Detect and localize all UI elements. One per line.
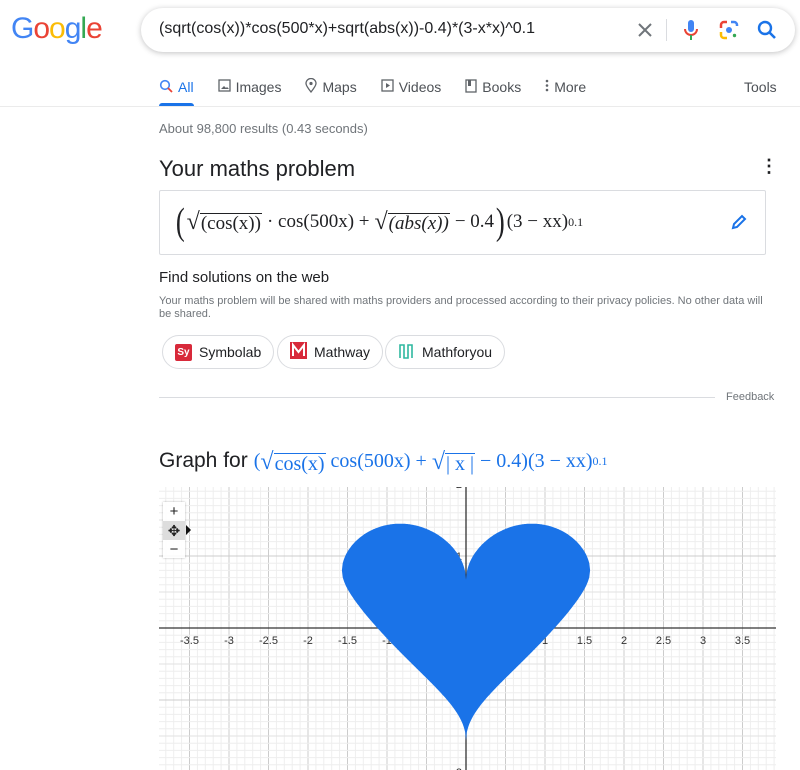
x-tick-label: -2.5 (259, 635, 278, 647)
sqrt-arg: cos(x) (273, 452, 326, 475)
tab-label: Images (235, 79, 282, 95)
google-logo[interactable]: Google (11, 12, 103, 46)
tools-button[interactable]: Tools (744, 79, 777, 95)
chip-label: Symbolab (199, 344, 262, 360)
math-term: cos(500x) + (330, 450, 427, 472)
divider (0, 106, 800, 107)
chip-label: Mathway (314, 344, 371, 360)
tab-images[interactable]: Images (217, 78, 282, 96)
divider (159, 397, 715, 398)
tab-label: Videos (398, 79, 442, 95)
x-tick-label: -3.5 (180, 635, 199, 647)
symbolab-logo: Sy (175, 343, 192, 361)
tab-more[interactable]: More (545, 78, 586, 96)
sqrt-arg: (abs(x)) (387, 213, 450, 234)
graph-formula: ( √ cos(x) cos(500x) + √ | x | − 0.4)(3 − … (254, 450, 608, 474)
math-term: · cos(500x) + (266, 211, 370, 232)
x-tick-label: 3.5 (735, 635, 750, 647)
tab-label: More (554, 79, 587, 95)
tab-maps[interactable]: Maps (305, 77, 357, 96)
search-box (141, 8, 795, 52)
sqrt: √ (cos(x)) (186, 209, 262, 235)
x-tick-label: -3 (224, 635, 234, 647)
microphone-icon[interactable] (679, 18, 703, 42)
sqrt-arg: | x | (444, 452, 475, 475)
math-term: (3 − xx) (506, 211, 569, 232)
image-icon (217, 79, 231, 95)
math-term: − 0.4 (454, 211, 495, 232)
mathway-chip[interactable]: Mathway (277, 335, 384, 369)
play-icon (381, 79, 394, 95)
x-tick-label: 3 (700, 635, 706, 647)
function-graph[interactable]: -3.5-3-2.5-2-1.5-1-0.50.511.522.533.521-… (159, 487, 776, 770)
edit-pencil-icon[interactable] (730, 213, 748, 236)
paren: ( (253, 450, 261, 472)
search-tabs: All Images Maps Videos Books More (159, 77, 610, 108)
math-term: − 0.4)(3 − xx) (480, 450, 593, 472)
exponent: 0.1 (592, 454, 608, 468)
x-tick-label: 2.5 (656, 635, 671, 647)
math-expression: ( √ (cos(x)) · cos(500x) + √ (abs(x)) − 0.… (174, 203, 583, 241)
more-options-icon[interactable]: ⋮ (760, 156, 778, 177)
tab-label: All (178, 79, 194, 95)
graph-title: Graph for ( √ cos(x) cos(500x) + √ | x | −… (159, 449, 608, 474)
math-expression-box[interactable]: ( √ (cos(x)) · cos(500x) + √ (abs(x)) − 0.… (159, 190, 766, 255)
x-tick-label: 2 (621, 635, 627, 647)
graph-title-prefix: Graph for (159, 449, 248, 472)
find-solutions-title: Find solutions on the web (159, 269, 330, 286)
mathway-logo (290, 342, 307, 362)
lens-icon[interactable] (717, 18, 741, 42)
map-pin-icon (305, 77, 318, 96)
tab-label: Books (482, 79, 522, 95)
sqrt: √ (abs(x)) (374, 209, 450, 235)
sqrt: √ cos(x) (260, 448, 326, 475)
divider (666, 19, 667, 41)
paren: ) (495, 201, 505, 243)
tab-all[interactable]: All (159, 78, 194, 96)
zoom-out-button[interactable]: − (163, 540, 185, 559)
pan-icon[interactable]: ✥ (163, 521, 185, 540)
sqrt: √ | x | (431, 448, 475, 475)
tab-label: Maps (322, 79, 357, 95)
more-vertical-icon (545, 79, 549, 95)
feedback-link[interactable]: Feedback (726, 391, 774, 403)
close-icon[interactable] (633, 18, 657, 42)
tab-books[interactable]: Books (465, 78, 521, 96)
sqrt-arg: (cos(x)) (199, 213, 262, 234)
result-stats: About 98,800 results (0.43 seconds) (159, 121, 368, 136)
book-icon (465, 78, 477, 96)
symbolab-chip[interactable]: Sy Symbolab (162, 335, 275, 369)
chip-label: Mathforyou (422, 344, 493, 360)
privacy-note: Your maths problem will be shared with m… (159, 295, 763, 320)
paren: ( (175, 201, 185, 243)
search-icon (159, 79, 173, 96)
mathforyou-logo (398, 342, 415, 362)
x-tick-label: -1.5 (338, 635, 357, 647)
exponent: 0.1 (568, 214, 584, 229)
mathforyou-chip[interactable]: Mathforyou (385, 335, 506, 369)
graph-zoom-controls: + ✥ − (163, 502, 185, 558)
x-tick-label: -2 (303, 635, 313, 647)
zoom-in-button[interactable]: + (163, 502, 185, 521)
search-input[interactable] (159, 20, 619, 38)
expand-arrow-icon[interactable] (186, 525, 191, 535)
y-tick-label: 2 (456, 487, 462, 491)
maths-title: Your maths problem (159, 156, 356, 181)
x-tick-label: 1.5 (577, 635, 592, 647)
tab-videos[interactable]: Videos (381, 78, 442, 96)
search-icon[interactable] (755, 18, 779, 42)
